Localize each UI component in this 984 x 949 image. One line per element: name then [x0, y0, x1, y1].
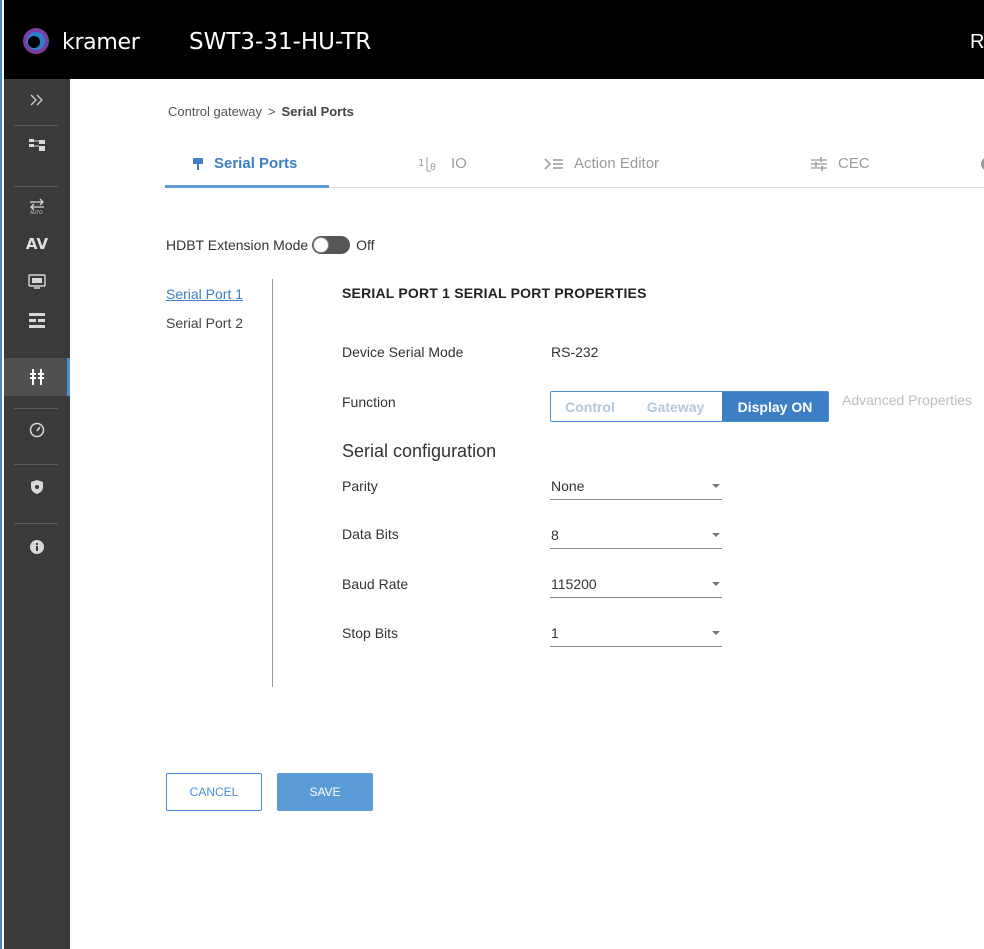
caret-down-icon — [712, 533, 720, 537]
serial-configuration-heading: Serial configuration — [342, 441, 497, 461]
parity-label: Parity — [342, 478, 378, 494]
stop-bits-value: 1 — [551, 625, 559, 641]
kramer-logo-icon — [23, 28, 49, 54]
caret-down-icon — [712, 631, 720, 635]
header-right-text[interactable]: Re — [970, 31, 984, 54]
hdbt-state: Off — [356, 237, 375, 253]
serial-port-2-link[interactable]: Serial Port 2 — [166, 315, 243, 331]
function-gateway-option[interactable]: Gateway — [629, 392, 722, 421]
hdbt-extension-mode: HDBT Extension Mode Off — [166, 236, 375, 254]
data-bits-select[interactable]: 8 — [550, 525, 722, 549]
cec-icon — [811, 156, 827, 171]
tab-label: Serial Ports — [214, 155, 298, 172]
breadcrumb-separator: > — [267, 104, 276, 119]
av-icon: AV — [25, 235, 49, 253]
parity-value: None — [551, 478, 585, 494]
brand-name: kramer — [62, 30, 140, 55]
device-serial-mode-value: RS-232 — [551, 344, 599, 360]
io-icon: 10 — [418, 156, 436, 173]
tab-label: Action Editor — [574, 155, 660, 172]
baud-rate-label: Baud Rate — [342, 576, 409, 592]
app-window: kramer SWT3-31-HU-TR Re AUTO AV — [0, 0, 984, 949]
sidebar-item-edid[interactable] — [4, 263, 70, 301]
routing-icon — [29, 139, 45, 151]
serial-port-1-link[interactable]: Serial Port 1 — [166, 286, 243, 302]
data-bits-label: Data Bits — [342, 526, 399, 542]
advanced-properties-link[interactable]: Advanced Properties — [842, 392, 972, 408]
save-button[interactable]: SAVE — [277, 773, 373, 811]
function-selector: Control Gateway Display ON — [550, 391, 829, 422]
toggle-knob — [313, 237, 330, 253]
properties-title: SERIAL PORT 1 SERIAL PORT PROPERTIES — [342, 285, 647, 301]
tab-active-underline — [165, 185, 329, 188]
stop-bits-label: Stop Bits — [342, 625, 399, 641]
breadcrumb-parent[interactable]: Control gateway — [168, 104, 262, 119]
tab-cec[interactable]: CEC — [810, 140, 870, 187]
svg-text:AUTO: AUTO — [30, 210, 43, 215]
sidebar-item-av[interactable]: AV — [4, 225, 70, 263]
sidebar-item-routing[interactable] — [4, 126, 70, 164]
sidebar-expand-button[interactable] — [4, 81, 70, 119]
tab-action-editor[interactable]: Action Editor — [544, 140, 659, 187]
auto-switch-icon: AUTO — [30, 198, 44, 215]
tab-label: CEC — [838, 155, 870, 172]
control-gateway-icon — [30, 369, 44, 385]
sidebar-item-about[interactable] — [4, 528, 70, 566]
caret-down-icon — [712, 582, 720, 586]
cancel-button[interactable]: CANCEL — [166, 773, 262, 811]
breadcrumb-current: Serial Ports — [281, 104, 354, 119]
sidebar-item-control-gateway[interactable] — [4, 358, 70, 396]
baud-rate-value: 115200 — [551, 576, 597, 592]
device-serial-mode-label: Device Serial Mode — [342, 344, 464, 360]
breadcrumb: Control gateway > Serial Ports — [168, 104, 354, 119]
gauge-icon — [29, 422, 45, 438]
baud-rate-select[interactable]: 115200 — [550, 574, 722, 598]
device-name: SWT3-31-HU-TR — [189, 29, 372, 55]
hdbt-label: HDBT Extension Mode — [166, 237, 309, 253]
action-editor-icon — [544, 157, 563, 170]
function-label: Function — [342, 394, 396, 410]
serial-port-icon — [193, 157, 203, 170]
svg-text:0: 0 — [430, 162, 436, 173]
tab-label: IO — [451, 155, 467, 172]
port-list-divider — [272, 279, 273, 687]
double-chevron-right-icon — [30, 94, 43, 106]
sidebar-item-diagnostics[interactable] — [4, 411, 70, 449]
data-bits-value: 8 — [551, 527, 559, 543]
svg-text:1: 1 — [418, 158, 424, 169]
info-icon — [30, 540, 44, 554]
sidebar-item-auto-switch[interactable]: AUTO — [4, 187, 70, 225]
top-bar: kramer SWT3-31-HU-TR Re — [4, 0, 984, 79]
function-display-on-option[interactable]: Display ON — [722, 392, 828, 421]
function-control-option[interactable]: Control — [551, 392, 629, 421]
sidebar-item-security[interactable] — [4, 468, 70, 506]
shield-icon — [31, 480, 43, 494]
caret-down-icon — [712, 484, 720, 488]
tab-io[interactable]: 10 IO — [417, 140, 467, 187]
hdbt-toggle[interactable] — [312, 236, 351, 254]
sidebar: AUTO AV — [4, 79, 70, 949]
edid-icon — [28, 274, 46, 289]
tab-serial-ports[interactable]: Serial Ports — [192, 140, 297, 187]
tab-overflow[interactable] — [977, 140, 984, 187]
stop-bits-select[interactable]: 1 — [550, 623, 722, 647]
circle-icon — [981, 157, 984, 170]
tab-bar: Serial Ports 10 IO Action Editor CEC — [165, 140, 984, 188]
sidebar-item-device-settings[interactable] — [4, 301, 70, 339]
device-settings-icon — [29, 313, 45, 328]
parity-select[interactable]: None — [550, 476, 722, 500]
